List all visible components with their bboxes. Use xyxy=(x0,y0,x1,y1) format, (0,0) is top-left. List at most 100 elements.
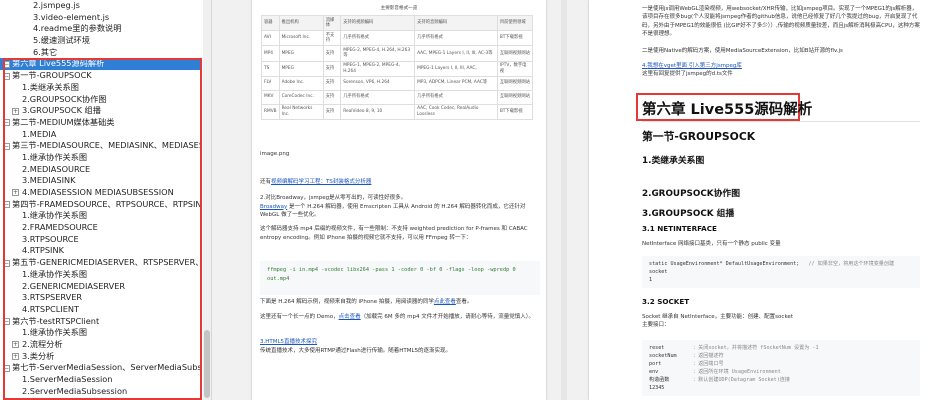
outline-item-label: 第一节-GROUPSOCK xyxy=(12,70,92,81)
outline-item[interactable]: 1.继承协作关系图 xyxy=(0,210,200,222)
jsmpeg-link[interactable]: 我想在vget里面 引入第三方jsmpeg库 xyxy=(647,63,742,69)
table-row: RMVB Real Networks Inc. 支持 RealVideo 8, 9, … xyxy=(261,103,534,120)
tree-toggle-icon[interactable]: − xyxy=(3,259,10,267)
outline-item[interactable]: 2.jsmpeg.js xyxy=(0,0,200,12)
tree-toggle-icon[interactable]: + xyxy=(12,189,19,197)
table-cell: MP4 xyxy=(261,45,280,62)
intro-paragraph-2: 二是使用Native的解码方案，使用MediaSourceExtension，比… xyxy=(642,48,843,54)
table-cell: MPEG-2, MPEG-4, H.264, H.263等 xyxy=(340,45,416,62)
outline-item-label: 1.类继承关系图 xyxy=(22,81,79,92)
tree-toggle-icon[interactable]: + xyxy=(12,353,19,361)
ts-link[interactable]: 视频编解码学习工程：TS封装格式分析器 xyxy=(271,179,371,185)
outline-item[interactable]: 1.MEDIA xyxy=(0,129,200,141)
outline-item[interactable]: 2.GROUPSOCK协作图 xyxy=(0,94,200,106)
outline-item[interactable]: +3.GROUPSOCK 组播 xyxy=(0,105,200,117)
tree-toggle-icon[interactable]: + xyxy=(12,107,19,115)
table-cell: AAC, Cook Codec, RealAudio Lossless xyxy=(414,103,498,120)
outline-item[interactable]: 3.RTPSOURCE xyxy=(0,234,200,246)
table-cell: AAC, MPEG-1 Layers I, II, III, AC-3等 xyxy=(414,45,498,62)
outline-item[interactable]: 4.RTSPCLIENT xyxy=(0,304,200,316)
outline-item[interactable]: − 第一节-GROUPSOCK xyxy=(0,70,200,82)
socket-text: Socket 继承自 NetInterface，主要功能：创建、配置socket… xyxy=(642,313,920,330)
outline-item[interactable]: − 第四节-FRAMEDSOURCE、RTPSOURCE、RTPSINK xyxy=(0,199,200,211)
outline-tree: 2.jsmpeg.js 3.video-element.js 4.readme里的参… xyxy=(0,0,200,397)
outline-item[interactable]: 1.继承协作关系图 xyxy=(0,152,200,164)
outline-item[interactable]: 4.RTPSINK xyxy=(0,245,200,257)
outline-item[interactable]: − 第五节-GENERICMEDIASERVER、RTSPSERVER、RTS xyxy=(0,257,200,269)
table-cell: 支持 xyxy=(322,89,342,105)
table-cell: RMVB xyxy=(261,103,280,120)
table-cell: 不支持 xyxy=(322,30,342,47)
code-line: 构造函数 ：默认创建UDP(Datagram Socket)连接 xyxy=(649,376,913,384)
document-page-left: 主要影音格式一览 容器 推出机构 流媒体 支持的视频编码 支持的音频编码 目前使用领域 A… xyxy=(252,0,546,400)
outline-item-label: 第六节-testRTSPClient xyxy=(12,315,100,326)
code-key: env xyxy=(649,369,659,375)
demo1-suffix: 查看。 xyxy=(455,299,473,305)
code-key: socketNum xyxy=(649,353,677,359)
outline-item[interactable]: 2.FRAMEDSOURCE xyxy=(0,222,200,234)
broadway-link[interactable]: Broadway xyxy=(260,204,287,210)
table-header-cell: 目前使用领域 xyxy=(496,14,534,32)
table-cell: 几乎所有格式 xyxy=(340,30,416,47)
heading-divider xyxy=(642,121,920,122)
outline-item[interactable]: 3.MEDIASINK xyxy=(0,175,200,187)
demo2-link[interactable]: 点击查看 xyxy=(339,314,361,320)
code-line-number: 1 xyxy=(649,277,653,283)
outline-item[interactable]: − 第二节-MEDIUM媒体基础类 xyxy=(0,117,200,129)
outline-item[interactable]: 3.RTSPSERVER xyxy=(0,292,200,304)
tree-toggle-icon[interactable]: − xyxy=(3,317,10,325)
outline-sidebar: 2.jsmpeg.js 3.video-element.js 4.readme里的参… xyxy=(0,0,212,400)
outline-item[interactable]: 1.继承协作关系图 xyxy=(0,269,200,281)
outline-item[interactable]: +3.类分析 xyxy=(0,351,200,363)
code-key: 12345 xyxy=(649,385,665,391)
html5-paragraph: 3.HTML5直播技术探究 传统直播技术，大多使用RTMP通过Flash进行传输… xyxy=(260,338,538,355)
table-cell: FLV xyxy=(261,75,280,91)
outline-item-label: 1.继承协作关系图 xyxy=(22,327,88,338)
document-page-right: 一是使用js调用WebGL渲染视频，用websocket/XHR传输，比如jsm… xyxy=(589,0,931,400)
tree-toggle-icon[interactable]: − xyxy=(3,72,10,80)
outline-item[interactable]: 4.readme里的参数说明 xyxy=(0,23,200,35)
code-line: port ：返回端口号 xyxy=(649,360,913,368)
outline-item[interactable]: 2.MEDIASOURCE xyxy=(0,164,200,176)
tree-toggle-icon[interactable]: − xyxy=(3,142,10,150)
html5-link[interactable]: HTML5直播技术探究 xyxy=(265,339,317,345)
outline-item[interactable]: 2.GENERICMEDIASERVER xyxy=(0,281,200,293)
tree-toggle-icon[interactable]: + xyxy=(12,341,19,349)
outline-item-selected[interactable]: − 第六章 Live555源码解析 xyxy=(0,58,200,71)
outline-item[interactable]: 1.继承协作关系图 xyxy=(0,327,200,339)
table-cell: MPEG xyxy=(278,45,324,62)
table-cell: CoreCodec Inc. xyxy=(278,89,324,105)
table-header-cell: 推出机构 xyxy=(278,14,324,32)
tree-toggle-icon[interactable]: − xyxy=(3,201,10,209)
tree-toggle-icon[interactable]: − xyxy=(3,60,10,68)
outline-item[interactable]: − 第六节-testRTSPClient xyxy=(0,316,200,328)
demo2-prefix: 这里还有一个长一点的 Demo， xyxy=(260,314,339,320)
outline-item[interactable]: 1.ServerMediaSession xyxy=(0,374,200,386)
socket-text-line-2: 主要接口： xyxy=(642,322,670,329)
document-scrollbar[interactable] xyxy=(561,0,567,400)
outline-item[interactable]: +4.MEDIASESSION MEDIASUBSESSION xyxy=(0,187,200,199)
outline-item-label: 1.继承协作关系图 xyxy=(22,210,88,221)
outline-item[interactable]: 5.缓速测试环境 xyxy=(0,35,200,47)
tree-toggle-icon[interactable]: − xyxy=(3,119,10,127)
sidebar-scrollbar[interactable] xyxy=(203,0,211,400)
sidebar-scroll-thumb[interactable] xyxy=(204,330,210,398)
outline-item[interactable]: − 第三节-MEDIASOURCE、MEDIASINK、MEDIASESS xyxy=(0,140,200,152)
broadway-paragraph: 2.对比Broadway，jsmpeg是从零写出的，可读性好很多。 Broadw… xyxy=(260,194,538,220)
outline-item-label: 1.继承协作关系图 xyxy=(22,151,88,162)
outline-item-label: 第六章 Live555源码解析 xyxy=(12,58,105,69)
outline-item[interactable]: 2.ServerMediaSubsession xyxy=(0,386,200,398)
tree-toggle-icon[interactable]: − xyxy=(3,364,10,372)
outline-item-label: 1.继承协作关系图 xyxy=(22,268,88,279)
outline-item[interactable]: 1.类继承关系图 xyxy=(0,82,200,94)
table-cell: 几乎所有格式 xyxy=(414,89,498,105)
code-line: 12345 xyxy=(649,384,913,392)
outline-item-label: 4.readme里的参数说明 xyxy=(33,23,122,34)
outline-item-label: 5.缓速测试环境 xyxy=(33,35,90,46)
outline-item-label: 3.video-element.js xyxy=(33,11,110,22)
outline-item[interactable]: − 第七节-ServerMediaSession、ServerMediaSubse… xyxy=(0,362,200,374)
demo1-link[interactable]: 点此查看 xyxy=(434,299,456,305)
outline-item[interactable]: 3.video-element.js xyxy=(0,12,200,24)
outline-item[interactable]: +2.流程分析 xyxy=(0,339,200,351)
outline-item[interactable]: 6.其它 xyxy=(0,47,200,59)
